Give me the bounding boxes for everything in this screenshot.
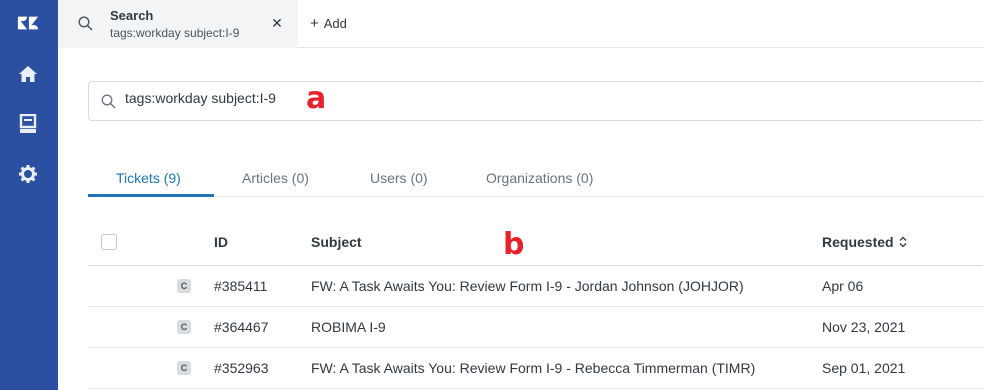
ticket-id[interactable]: #364467 xyxy=(214,319,269,335)
search-tab-subtitle: tags:workday subject:I-9 xyxy=(110,26,240,40)
annotation-label-a: a xyxy=(306,81,327,116)
ticket-subject[interactable]: FW: A Task Awaits You: Review Form I-9 -… xyxy=(311,278,744,294)
tab-users[interactable]: Users (0) xyxy=(370,170,428,186)
add-tab-label: Add xyxy=(323,16,347,31)
select-all-checkbox[interactable] xyxy=(101,234,117,250)
top-tab-bar: Search tags:workday subject:I-9 ✕ + Add xyxy=(58,0,983,48)
column-header-requested-label: Requested xyxy=(822,234,894,250)
channel-badge: C xyxy=(177,320,191,334)
channel-badge: C xyxy=(177,279,191,293)
active-tab-indicator xyxy=(88,194,214,197)
search-tab-title: Search xyxy=(110,8,154,23)
views-icon[interactable] xyxy=(17,113,39,135)
tab-organizations[interactable]: Organizations (0) xyxy=(486,170,593,186)
search-icon xyxy=(78,16,93,36)
search-input[interactable] xyxy=(125,90,425,106)
search-icon xyxy=(101,94,116,114)
table-row[interactable]: C #385411 FW: A Task Awaits You: Review … xyxy=(88,266,983,307)
annotation-label-b: b xyxy=(503,227,525,262)
table-row[interactable]: C #364467 ROBIMA I-9 Nov 23, 2021 xyxy=(88,307,983,348)
ticket-requested: Nov 23, 2021 xyxy=(822,319,906,335)
column-header-requested[interactable]: Requested xyxy=(822,234,908,251)
column-header-id[interactable]: ID xyxy=(214,234,228,250)
nav-rail xyxy=(0,0,58,390)
settings-gear-icon[interactable] xyxy=(17,163,39,185)
sort-icon[interactable] xyxy=(898,235,908,251)
ticket-id[interactable]: #352963 xyxy=(214,360,269,376)
ticket-requested: Sep 01, 2021 xyxy=(822,360,906,376)
tab-tickets[interactable]: Tickets (9) xyxy=(116,170,181,186)
table-header: ID Subject Requested xyxy=(88,221,983,266)
tab-articles[interactable]: Articles (0) xyxy=(242,170,309,186)
plus-icon: + xyxy=(310,15,319,32)
ticket-subject[interactable]: ROBIMA I-9 xyxy=(311,319,386,335)
close-tab-icon[interactable]: ✕ xyxy=(269,15,285,32)
column-header-subject[interactable]: Subject xyxy=(311,234,362,250)
search-field[interactable] xyxy=(88,81,983,121)
results-tabs: Tickets (9) Articles (0) Users (0) Organ… xyxy=(88,163,983,197)
ticket-requested: Apr 06 xyxy=(822,278,864,294)
add-tab-button[interactable]: + Add xyxy=(310,15,347,32)
search-tab[interactable]: Search tags:workday subject:I-9 ✕ xyxy=(58,0,298,48)
table-row[interactable]: C #352963 FW: A Task Awaits You: Review … xyxy=(88,348,983,389)
ticket-subject[interactable]: FW: A Task Awaits You: Review Form I-9 -… xyxy=(311,360,755,376)
channel-badge: C xyxy=(177,361,191,375)
zendesk-logo-icon[interactable] xyxy=(17,12,39,34)
ticket-id[interactable]: #385411 xyxy=(214,278,267,294)
home-icon[interactable] xyxy=(17,63,39,85)
